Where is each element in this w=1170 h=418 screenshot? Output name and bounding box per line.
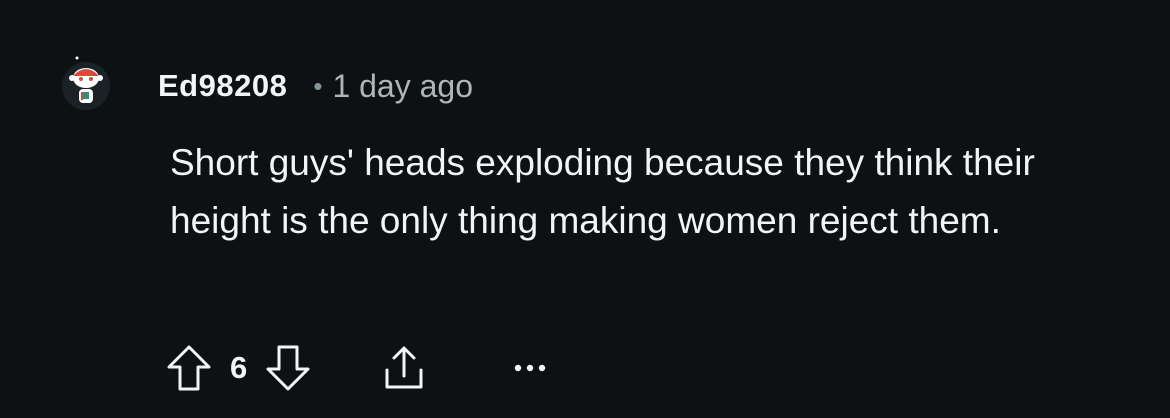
vote-count: 6 bbox=[230, 350, 248, 385]
upvote-button[interactable] bbox=[166, 344, 212, 392]
snoo-avatar-icon bbox=[62, 56, 110, 110]
more-options-button[interactable] bbox=[513, 362, 547, 374]
avatar[interactable] bbox=[60, 56, 112, 112]
timestamp: 1 day ago bbox=[332, 67, 473, 104]
username[interactable]: Ed98208 bbox=[158, 68, 287, 104]
comment: Ed98208 • 1 day ago Short guys' heads ex… bbox=[0, 0, 1170, 418]
meta-separator: • bbox=[313, 70, 323, 101]
comment-actions: 6 bbox=[166, 340, 547, 396]
downvote-button[interactable] bbox=[265, 344, 311, 392]
arrow-down-icon bbox=[266, 345, 310, 391]
comment-header: Ed98208 • 1 day ago bbox=[158, 64, 473, 108]
comment-body: Short guys' heads exploding because they… bbox=[170, 142, 1035, 241]
more-options-icon bbox=[515, 364, 546, 372]
share-icon bbox=[385, 346, 423, 389]
arrow-up-icon bbox=[167, 345, 211, 391]
share-button[interactable] bbox=[381, 344, 427, 392]
